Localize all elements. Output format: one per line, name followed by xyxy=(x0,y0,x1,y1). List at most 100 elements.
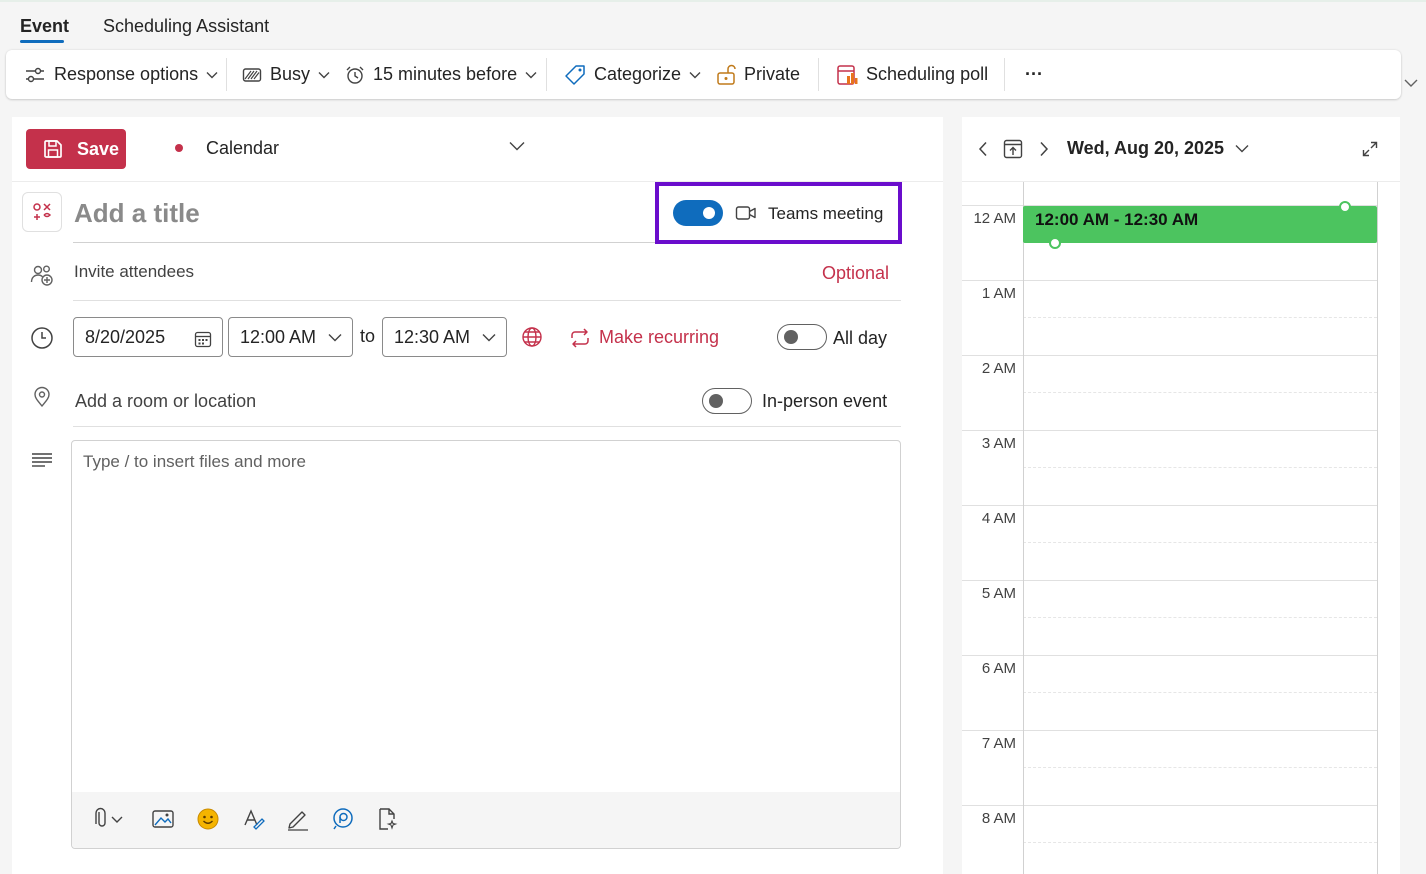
event-body-editor[interactable] xyxy=(71,440,901,849)
make-recurring-button[interactable]: Make recurring xyxy=(569,327,719,348)
divider xyxy=(962,181,1400,182)
end-time-value: 12:30 AM xyxy=(394,326,471,347)
tab-event[interactable]: Event xyxy=(20,16,69,37)
tab-scheduling-assistant[interactable]: Scheduling Assistant xyxy=(103,16,269,37)
busy-icon xyxy=(242,67,262,82)
hour-label: 6 AM xyxy=(981,660,1016,677)
show-as-label: Busy xyxy=(270,64,311,84)
chevron-down-icon xyxy=(482,334,496,342)
tag-icon xyxy=(565,64,585,85)
start-time-dropdown[interactable]: 12:00 AM xyxy=(228,317,353,357)
start-time-value: 12:00 AM xyxy=(240,326,317,347)
invite-attendees-input[interactable]: Invite attendees xyxy=(74,262,194,282)
location-input[interactable]: Add a room or location xyxy=(75,391,256,412)
hour-label: 7 AM xyxy=(981,735,1016,752)
calendar-icon xyxy=(194,331,212,348)
shapes-icon xyxy=(33,203,52,220)
chevron-down-icon xyxy=(525,71,537,78)
make-recurring-label: Make recurring xyxy=(599,327,720,347)
scheduling-poll-icon xyxy=(837,64,858,85)
calendar-color-dot xyxy=(175,144,183,152)
video-camera-icon xyxy=(735,206,756,220)
hour-gridline xyxy=(962,430,1377,431)
hour-label: 8 AM xyxy=(981,810,1016,827)
ribbon-toolbar: Response options Busy 15 minutes before … xyxy=(6,50,1401,99)
day-view-date[interactable]: Wed, Aug 20, 2025 xyxy=(1067,138,1224,159)
signature-pen-icon[interactable] xyxy=(286,807,310,831)
hour-gridline xyxy=(962,805,1377,806)
event-resize-handle-bottom[interactable] xyxy=(1049,237,1061,249)
divider xyxy=(73,300,901,301)
expand-icon[interactable] xyxy=(1362,141,1378,157)
end-time-dropdown[interactable]: 12:30 AM xyxy=(382,317,507,357)
format-text-icon[interactable] xyxy=(241,807,265,831)
half-hour-gridline xyxy=(1023,317,1377,318)
start-date-field[interactable]: 8/20/2025 xyxy=(73,317,223,357)
half-hour-gridline xyxy=(1023,842,1377,843)
clock-icon xyxy=(31,327,53,349)
response-options-button[interactable]: Response options xyxy=(24,50,218,99)
optional-attendees-link[interactable]: Optional xyxy=(822,263,889,284)
chevron-down-icon xyxy=(318,71,330,78)
chevron-down-icon[interactable] xyxy=(509,141,525,151)
go-to-today-icon[interactable] xyxy=(1003,138,1023,160)
hour-label: 5 AM xyxy=(981,585,1016,602)
scheduling-poll-button[interactable]: Scheduling poll xyxy=(836,50,988,99)
hour-gridline xyxy=(962,730,1377,731)
reminder-button[interactable]: 15 minutes before xyxy=(345,50,537,99)
ribbon-divider xyxy=(546,58,547,91)
scheduling-poll-label: Scheduling poll xyxy=(866,64,989,84)
hour-label: 2 AM xyxy=(981,360,1016,377)
save-label: Save xyxy=(77,138,120,159)
response-options-label: Response options xyxy=(54,64,199,84)
unlock-icon xyxy=(717,64,736,85)
hour-label: 12 AM xyxy=(973,210,1016,227)
hour-label: 4 AM xyxy=(981,510,1016,527)
more-options-button[interactable]: ··· xyxy=(1025,50,1043,99)
emoji-icon[interactable] xyxy=(196,807,220,831)
event-resize-handle-top[interactable] xyxy=(1339,201,1351,213)
loop-icon[interactable] xyxy=(331,807,355,831)
event-time-label: 12:00 AM - 12:30 AM xyxy=(1035,210,1199,229)
ribbon-divider xyxy=(818,58,819,91)
half-hour-gridline xyxy=(1023,692,1377,693)
show-as-button[interactable]: Busy xyxy=(242,50,330,99)
start-date-value: 8/20/2025 xyxy=(85,326,166,347)
globe-icon[interactable] xyxy=(521,326,543,348)
add-people-icon xyxy=(30,265,53,286)
window-top-border xyxy=(0,0,1426,2)
chevron-down-icon xyxy=(328,334,342,342)
attach-icon[interactable] xyxy=(90,807,128,831)
chevron-down-icon[interactable] xyxy=(1404,78,1418,88)
private-label: Private xyxy=(744,64,801,84)
text-lines-icon xyxy=(32,453,52,467)
sliders-icon xyxy=(26,67,44,82)
chevron-down-icon xyxy=(206,71,218,78)
private-button[interactable]: Private xyxy=(716,50,800,99)
teams-meeting-toggle[interactable] xyxy=(673,200,723,226)
location-pin-icon xyxy=(34,386,50,408)
save-button[interactable]: Save xyxy=(26,129,126,169)
chevron-right-icon[interactable] xyxy=(1038,141,1050,157)
image-icon[interactable] xyxy=(151,807,175,831)
half-hour-gridline xyxy=(1023,617,1377,618)
categorize-label: Categorize xyxy=(594,64,682,84)
calendar-selector[interactable]: Calendar xyxy=(206,138,279,159)
hour-gridline xyxy=(962,655,1377,656)
chevron-left-icon[interactable] xyxy=(977,141,989,157)
title-input[interactable]: Add a title xyxy=(74,198,200,229)
apps-document-icon[interactable] xyxy=(376,807,400,831)
in-person-label: In-person event xyxy=(762,391,888,411)
all-day-label: All day xyxy=(833,328,888,348)
hour-label: 1 AM xyxy=(981,285,1016,302)
event-icon-picker[interactable] xyxy=(22,192,62,232)
categorize-button[interactable]: Categorize xyxy=(564,50,701,99)
in-person-toggle[interactable] xyxy=(702,388,752,414)
ribbon-divider xyxy=(226,58,227,91)
repeat-icon xyxy=(571,327,589,348)
hour-gridline xyxy=(962,580,1377,581)
all-day-toggle[interactable] xyxy=(777,324,827,350)
reminder-label: 15 minutes before xyxy=(373,64,518,84)
alarm-clock-icon xyxy=(346,66,364,84)
chevron-down-icon[interactable] xyxy=(1235,144,1249,153)
